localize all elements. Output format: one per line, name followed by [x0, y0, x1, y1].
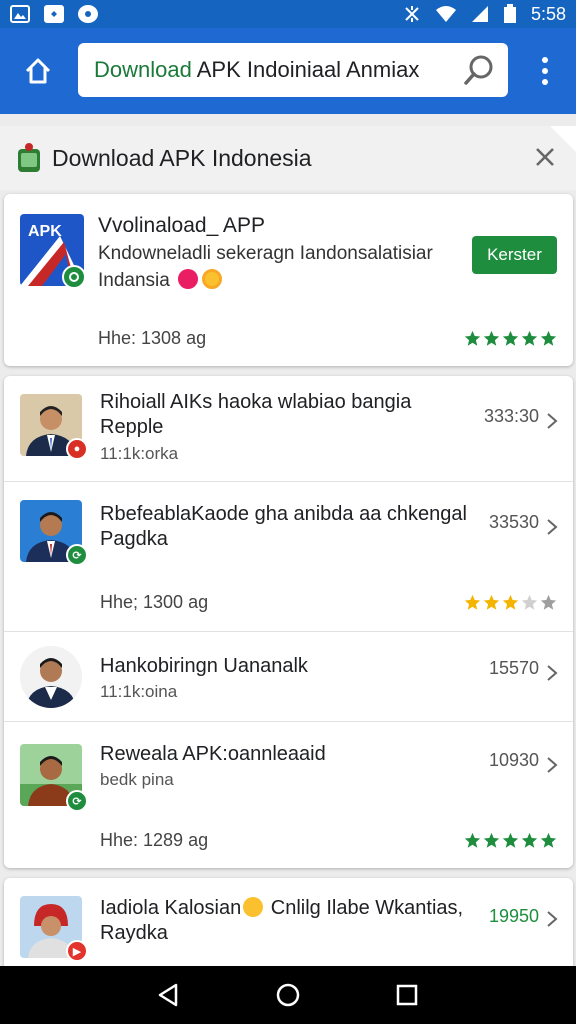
home-button[interactable] — [18, 51, 58, 91]
featured-title: Vvolinaload_ APP — [98, 214, 265, 237]
corner-fold — [550, 126, 576, 152]
clock: 5:58 — [530, 3, 566, 24]
chevron-right-icon — [547, 911, 558, 927]
list-item-count: 333:30 — [483, 406, 539, 426]
apk-app-icon: APK — [20, 214, 86, 290]
list-item-sub: 11:1k:oina — [100, 682, 178, 701]
list-item-rating — [464, 832, 557, 849]
featured-description: Kndowneladli sekeragn Iandonsalatisiar I… — [98, 243, 433, 291]
chevron-right-icon — [547, 519, 558, 535]
star-icon — [521, 832, 538, 848]
star-icon — [502, 330, 519, 346]
star-icon — [483, 832, 500, 848]
chevron-right-icon — [547, 757, 558, 773]
back-icon[interactable] — [154, 980, 184, 1010]
app-badge-icon: ⟳ — [66, 544, 88, 566]
featured-app-card[interactable]: APK Vvolinaload_ APP Kndowneladli sekera… — [4, 194, 573, 366]
wifi-icon — [435, 6, 456, 22]
star-icon — [483, 330, 500, 346]
recents-icon[interactable] — [392, 980, 422, 1010]
android-app-icon — [18, 143, 40, 172]
home-circle-icon[interactable] — [273, 980, 303, 1010]
list-item-title: Rihoiall AIKs haoka wlabiao bangia Reppl… — [100, 391, 412, 438]
search-icon[interactable] — [462, 53, 496, 87]
section-header: Download APK Indonesia — [0, 126, 576, 190]
search-bar[interactable]: Download APK Indoiniaal Anmiax — [78, 43, 508, 97]
status-bar: 5:58 — [0, 0, 576, 28]
app-icon — [78, 5, 98, 23]
list-item-title: Iadiola Kalosian Cnlilg Ilabe Wkantias, … — [100, 897, 464, 944]
signal-icon — [471, 6, 488, 22]
list-item-count: 10930 — [488, 750, 539, 770]
star-icon — [540, 832, 557, 848]
app-badge-icon: ▶ — [66, 940, 88, 962]
vibrate-icon — [405, 6, 419, 22]
featured-meta: Hhe: 1308 ag — [98, 328, 207, 348]
list-item-rating — [464, 594, 557, 611]
app-badge-icon: ● — [66, 438, 88, 460]
list-item[interactable]: ▶ Iadiola Kalosian Cnlilg Ilabe Wkantias… — [4, 878, 573, 968]
face-emoji-icon — [177, 269, 198, 289]
star-icon — [502, 832, 519, 848]
list-item[interactable]: Hankobiringn Uananalk 11:1k:oina 15570 — [4, 632, 573, 722]
star-icon — [464, 594, 481, 610]
avatar — [20, 646, 82, 708]
list-item-title: Reweala APK:oannleaaid — [100, 743, 326, 765]
list-item-sub: bedk pina — [100, 770, 174, 789]
home-icon — [25, 58, 51, 84]
face-emoji-icon — [243, 897, 264, 917]
list-item-count: 19950 — [488, 906, 539, 926]
apk-icon-label: APK — [28, 223, 62, 240]
list-item-sub: 11:1k:orka — [100, 444, 179, 463]
list-item-meta: Hhe; 1300 ag — [100, 592, 209, 612]
system-nav-bar — [0, 966, 576, 1024]
star-icon — [464, 832, 481, 848]
list-item-count: 33530 — [488, 512, 539, 532]
section-title: Download APK Indonesia — [52, 144, 312, 171]
star-icon — [540, 330, 557, 346]
app-icon — [44, 5, 64, 23]
star-icon — [521, 594, 538, 610]
featured-rating — [464, 330, 557, 347]
list-item[interactable]: ⟳ RbefeablaKaode gha anibda aa chkengal … — [4, 482, 573, 632]
list-item-count: 15570 — [488, 658, 539, 678]
app-list-card: ● Rihoiall AIKs haoka wlabiao bangia Rep… — [4, 376, 573, 868]
list-item-title: RbefeablaKaode gha anibda aa chkengal Pa… — [100, 503, 467, 550]
install-button[interactable]: Kerster — [472, 236, 557, 274]
coin-emoji-icon — [201, 269, 222, 289]
list-item-meta: Hhe: 1289 ag — [100, 830, 209, 850]
app-badge-icon: ⟳ — [66, 790, 88, 812]
list-item[interactable]: ⟳ Reweala APK:oannleaaid bedk pina 10930… — [4, 722, 573, 868]
star-icon — [521, 330, 538, 346]
star-icon — [483, 594, 500, 610]
list-item[interactable]: ● Rihoiall AIKs haoka wlabiao bangia Rep… — [4, 376, 573, 482]
star-icon — [464, 330, 481, 346]
chevron-right-icon — [547, 665, 558, 681]
app-list-card: ▶ Iadiola Kalosian Cnlilg Ilabe Wkantias… — [4, 878, 573, 968]
more-vert-icon[interactable] — [528, 54, 562, 88]
app-bar: Download APK Indoiniaal Anmiax — [0, 28, 576, 114]
search-input[interactable]: Download APK Indoiniaal Anmiax — [94, 57, 462, 83]
chevron-right-icon — [547, 413, 558, 429]
star-icon — [502, 594, 519, 610]
gallery-icon — [10, 5, 30, 23]
list-item-title: Hankobiringn Uananalk — [100, 655, 308, 677]
battery-icon — [503, 4, 516, 23]
star-icon — [540, 594, 557, 610]
